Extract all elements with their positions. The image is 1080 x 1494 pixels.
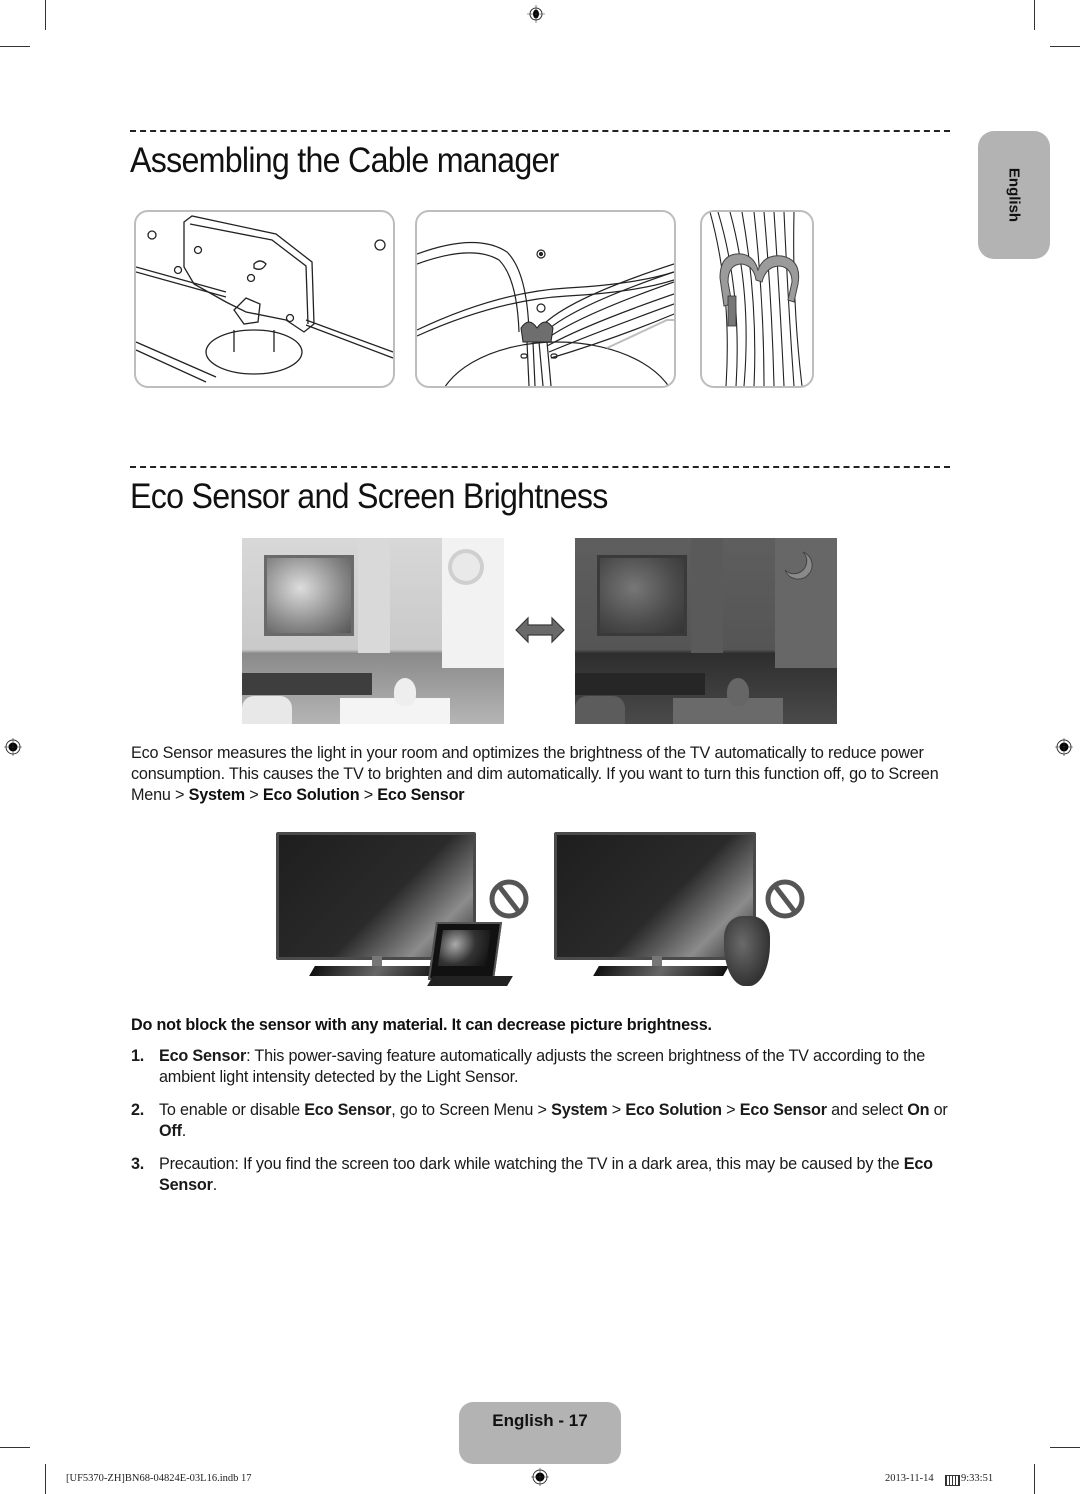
footer-time: 9:33:51 xyxy=(961,1473,994,1484)
footer-glyph-icon xyxy=(945,1475,960,1486)
menu-path-system: System xyxy=(188,786,246,804)
prohibited-icon xyxy=(489,879,529,919)
list-number: 3. xyxy=(131,1155,145,1173)
crop-mark xyxy=(0,46,30,47)
double-arrow-icon xyxy=(515,616,565,644)
registration-mark-icon xyxy=(4,738,22,756)
page-number-tab: English - 17 xyxy=(459,1402,621,1464)
crop-mark xyxy=(1050,46,1080,47)
list-text: , go to Screen Menu > xyxy=(391,1101,552,1119)
cable-holder-detail-illustration xyxy=(700,210,814,388)
list-text: To enable or disable xyxy=(159,1101,305,1119)
eco-sensor-description: Eco Sensor measures the light in your ro… xyxy=(131,743,953,806)
tv-with-vase-illustration xyxy=(552,830,782,990)
registration-mark-icon xyxy=(527,5,545,23)
list-number: 1. xyxy=(131,1047,145,1065)
list-number: 2. xyxy=(131,1101,145,1119)
menu-path-system: System xyxy=(551,1101,608,1119)
section-title-cable-manager: Assembling the Cable manager xyxy=(130,141,559,180)
menu-path-eco-solution: Eco Solution xyxy=(625,1101,722,1119)
language-side-tab-label: English xyxy=(1005,167,1023,223)
cable-routing-illustration xyxy=(415,210,676,388)
registration-mark-icon xyxy=(531,1468,549,1486)
language-side-tab: English xyxy=(978,131,1050,259)
list-text: or xyxy=(929,1101,948,1119)
list-text: Precaution: If you find the screen too d… xyxy=(159,1155,904,1173)
bright-room-photo xyxy=(242,538,504,724)
section-divider xyxy=(130,130,950,132)
list-item: 3. Precaution: If you find the screen to… xyxy=(131,1154,953,1196)
list-text: : This power-saving feature automaticall… xyxy=(159,1047,926,1086)
menu-separator: > xyxy=(363,786,373,804)
menu-path-eco-solution: Eco Solution xyxy=(262,786,360,804)
crop-mark xyxy=(1034,1464,1035,1494)
registration-mark-icon xyxy=(1055,738,1073,756)
vase xyxy=(724,916,770,986)
framed-leaf-picture xyxy=(264,555,354,636)
option-off: Off xyxy=(159,1122,182,1140)
moon-icon xyxy=(784,551,813,580)
menu-separator: > xyxy=(607,1101,626,1119)
menu-separator: > xyxy=(721,1101,740,1119)
list-text: . xyxy=(212,1176,218,1194)
prohibited-icon xyxy=(765,879,805,919)
warning-text: Do not block the sensor with any materia… xyxy=(131,1016,712,1034)
menu-path-eco-sensor: Eco Sensor xyxy=(377,786,465,804)
section-title-eco-sensor: Eco Sensor and Screen Brightness xyxy=(130,477,608,516)
crop-mark xyxy=(1050,1447,1080,1448)
option-on: On xyxy=(907,1101,930,1119)
crop-mark xyxy=(1034,0,1035,30)
list-item: 2. To enable or disable Eco Sensor, go t… xyxy=(131,1100,953,1142)
stand-bracket-illustration xyxy=(134,210,395,388)
crop-mark xyxy=(45,0,46,30)
sun-icon xyxy=(452,553,480,581)
framed-leaf-picture xyxy=(597,555,687,636)
photo-frame xyxy=(427,922,503,980)
list-term: Eco Sensor xyxy=(304,1101,392,1119)
menu-path-eco-sensor: Eco Sensor xyxy=(739,1101,827,1119)
section-divider xyxy=(130,466,950,468)
list-term: Eco Sensor xyxy=(159,1047,247,1065)
dark-room-photo xyxy=(575,538,837,724)
list-text: . xyxy=(181,1122,187,1140)
footer-file-name: [UF5370-ZH]BN68-04824E-03L16.indb 17 xyxy=(66,1473,252,1484)
page-number-label: English - 17 xyxy=(492,1411,588,1430)
list-text: and select xyxy=(826,1101,908,1119)
menu-separator: > xyxy=(175,786,185,804)
footer-date: 2013-11-14 xyxy=(885,1473,934,1484)
list-item: 1. Eco Sensor: This power-saving feature… xyxy=(131,1046,953,1088)
menu-separator: > xyxy=(249,786,259,804)
crop-mark xyxy=(0,1447,30,1448)
crop-mark xyxy=(45,1464,46,1494)
